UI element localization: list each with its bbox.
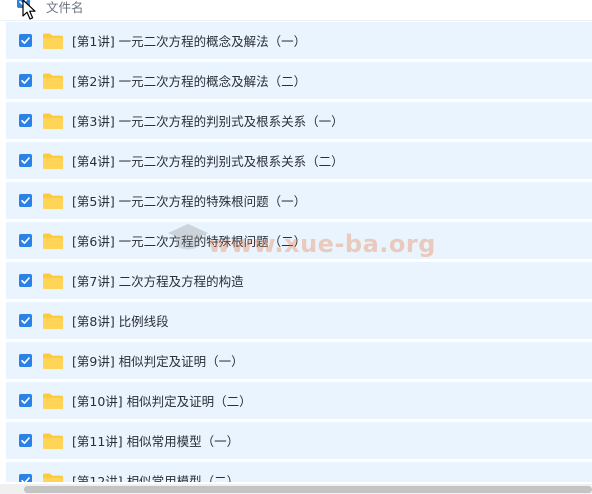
row-checkbox[interactable] [19,274,32,287]
scrollbar-thumb[interactable] [24,486,592,493]
folder-icon [43,393,63,409]
row-checkbox[interactable] [19,234,32,247]
horizontal-scrollbar[interactable] [0,484,592,494]
checkmark-icon [21,157,30,164]
list-item[interactable]: [第1讲] 一元二次方程的概念及解法（一） [6,22,592,59]
list-item[interactable]: [第10讲] 相似判定及证明（二） [6,382,592,419]
file-name[interactable]: [第4讲] 一元二次方程的判别式及根系关系（二） [72,151,344,170]
file-name[interactable]: [第5讲] 一元二次方程的特殊根问题（一） [72,191,306,210]
row-checkbox[interactable] [19,434,32,447]
folder-icon [43,433,63,449]
checkmark-icon [21,197,30,204]
row-checkbox[interactable] [19,74,32,87]
name-column-header[interactable]: 文件名 [46,0,84,16]
checkmark-icon [21,317,30,324]
row-checkbox[interactable] [19,194,32,207]
mouse-cursor-icon [22,0,36,20]
checkmark-icon [21,237,30,244]
file-name[interactable]: [第3讲] 一元二次方程的判别式及根系关系（一） [72,111,344,130]
folder-icon [43,353,63,369]
list-item[interactable]: [第9讲] 相似判定及证明（一） [6,342,592,379]
list-item[interactable]: [第6讲] 一元二次方程的特殊根问题（二） [6,222,592,259]
folder-icon [43,153,63,169]
checkmark-icon [21,77,30,84]
list-item[interactable]: [第8讲] 比例线段 [6,302,592,339]
checkmark-icon [21,37,30,44]
list-item[interactable]: [第11讲] 相似常用模型（一） [6,422,592,459]
folder-icon [43,33,63,49]
file-name[interactable]: [第1讲] 一元二次方程的概念及解法（一） [72,31,306,50]
list-item[interactable]: [第4讲] 一元二次方程的判别式及根系关系（二） [6,142,592,179]
folder-icon [43,313,63,329]
row-checkbox[interactable] [19,154,32,167]
file-list: [第1讲] 一元二次方程的概念及解法（一） [第2讲] 一元二次方程的概念及解法… [6,21,592,482]
list-item[interactable]: [第5讲] 一元二次方程的特殊根问题（一） [6,182,592,219]
checkmark-icon [21,277,30,284]
checkmark-icon [21,437,30,444]
checkmark-icon [21,357,30,364]
checkmark-icon [21,477,30,482]
list-item[interactable]: [第7讲] 二次方程及方程的构造 [6,262,592,299]
file-name[interactable]: [第6讲] 一元二次方程的特殊根问题（二） [72,231,306,250]
list-item[interactable]: [第12讲] 相似常用模型（二） [6,462,592,482]
folder-icon [43,113,63,129]
row-checkbox[interactable] [19,474,32,482]
row-checkbox[interactable] [19,354,32,367]
list-header: 文件名 [0,0,592,21]
row-checkbox[interactable] [19,34,32,47]
file-name[interactable]: [第9讲] 相似判定及证明（一） [72,351,244,370]
folder-icon [43,233,63,249]
row-checkbox[interactable] [19,314,32,327]
row-checkbox[interactable] [19,394,32,407]
list-item[interactable]: [第2讲] 一元二次方程的概念及解法（二） [6,62,592,99]
row-checkbox[interactable] [19,114,32,127]
folder-icon [43,193,63,209]
folder-icon [43,73,63,89]
checkmark-icon [21,397,30,404]
file-name[interactable]: [第2讲] 一元二次方程的概念及解法（二） [72,71,306,90]
file-name[interactable]: [第10讲] 相似判定及证明（二） [72,391,252,410]
file-name[interactable]: [第8讲] 比例线段 [72,311,169,330]
folder-icon [43,473,63,482]
folder-icon [43,273,63,289]
checkmark-icon [21,117,30,124]
list-item[interactable]: [第3讲] 一元二次方程的判别式及根系关系（一） [6,102,592,139]
file-name[interactable]: [第7讲] 二次方程及方程的构造 [72,271,244,290]
file-name[interactable]: [第11讲] 相似常用模型（一） [72,431,239,450]
file-name[interactable]: [第12讲] 相似常用模型（二） [72,471,239,482]
